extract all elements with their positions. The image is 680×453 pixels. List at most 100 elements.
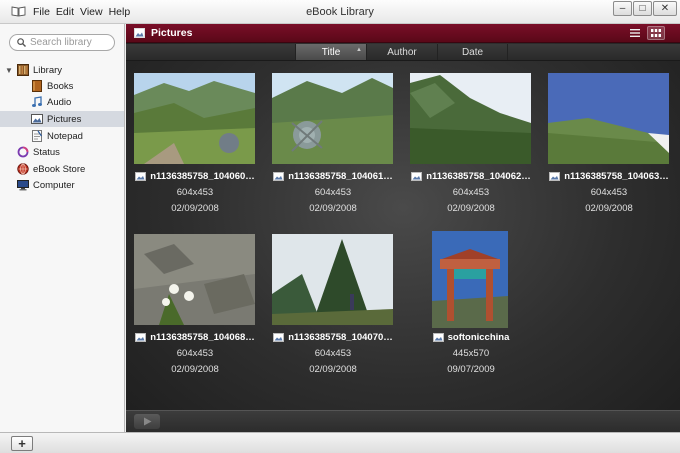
picture-icon (273, 333, 285, 342)
picture-thumbnail[interactable] (134, 234, 255, 325)
sidebar-item-label: Notepad (47, 130, 83, 142)
play-icon (143, 417, 151, 426)
picture-date: 02/09/2008 (447, 203, 495, 214)
search-icon (17, 38, 26, 47)
picture-caption: softonicchina 445x570 09/07/2009 (402, 332, 540, 375)
picture-caption: n1136385758_104063… 604x453 02/09/2008 (540, 171, 678, 214)
sidebar-item-label: Audio (47, 96, 72, 108)
sidebar-item-library[interactable]: Library (17, 62, 123, 78)
picture-name: n1136385758_104063… (564, 171, 669, 182)
grid-view-icon (651, 29, 661, 37)
sort-tab-label: Date (461, 46, 484, 58)
sort-ascending-icon: ▲ (356, 47, 362, 53)
sidebar-item-audio[interactable]: Audio (31, 94, 123, 110)
picture-dimensions: 604x453 (176, 348, 214, 359)
picture-caption: n1136385758_104068… 604x453 02/09/2008 (126, 332, 264, 375)
picture-date: 09/07/2009 (447, 364, 495, 375)
picture-thumbnail[interactable] (134, 73, 255, 164)
picture-caption: n1136385758_104061… 604x453 02/09/2008 (264, 171, 402, 214)
sort-tab-date[interactable]: Date (437, 44, 508, 60)
picture-date: 02/09/2008 (309, 203, 357, 214)
title-bar: File Edit View Help eBook Library – □ ✕ (0, 0, 680, 24)
menu-file[interactable]: File (33, 6, 50, 18)
menu-bar: File Edit View Help (33, 6, 130, 18)
picture-dimensions: 604x453 (314, 348, 352, 359)
picture-date: 02/09/2008 (585, 203, 633, 214)
add-button[interactable]: + (11, 436, 33, 451)
menu-view[interactable]: View (80, 6, 103, 18)
picture-date: 02/09/2008 (171, 364, 219, 375)
picture-icon (549, 172, 561, 181)
sidebar-item-label: Pictures (47, 113, 82, 125)
picture-thumbnail[interactable] (432, 231, 508, 328)
computer-icon (17, 180, 29, 191)
picture-thumbnail[interactable] (410, 73, 531, 164)
content-header: Pictures (126, 24, 680, 43)
sidebar-item-computer[interactable]: Computer (17, 177, 123, 193)
search-input[interactable] (30, 36, 112, 49)
sidebar-item-ebook-store[interactable]: eBook Store (17, 161, 123, 177)
picture-caption: n1136385758_104062… 604x453 02/09/2008 (402, 171, 540, 214)
sidebar-item-status[interactable]: Status (17, 144, 123, 160)
search-box (9, 34, 115, 51)
picture-date: 02/09/2008 (171, 203, 219, 214)
picture-caption: n1136385758_104060… 604x453 02/09/2008 (126, 171, 264, 214)
sort-tab-label: Title (321, 46, 341, 58)
sidebar-item-label: Books (47, 80, 74, 92)
sort-bar: Title ▲ Author Date (126, 44, 680, 61)
sidebar-item-notepad[interactable]: Notepad (31, 128, 123, 144)
picture-date: 02/09/2008 (309, 364, 357, 375)
picture-thumbnail[interactable] (548, 73, 669, 164)
picture-dimensions: 604x453 (452, 187, 490, 198)
picture-dimensions: 604x453 (590, 187, 628, 198)
menu-edit[interactable]: Edit (56, 6, 74, 18)
sidebar: ▼ Library Books Audio Pictures (0, 24, 125, 432)
picture-name: n1136385758_104062… (426, 171, 531, 182)
store-icon (17, 163, 29, 175)
picture-icon (273, 172, 285, 181)
picture-dimensions: 445x570 (452, 348, 490, 359)
picture-name: n1136385758_104061… (288, 171, 393, 182)
menu-help[interactable]: Help (109, 6, 131, 18)
play-slideshow-button[interactable] (134, 414, 160, 429)
notepad-icon (32, 130, 42, 142)
list-view-icon (630, 29, 640, 37)
picture-thumbnail[interactable] (272, 73, 393, 164)
sidebar-item-pictures[interactable]: Pictures (0, 111, 124, 127)
thistle-photo (272, 73, 393, 164)
mountain-photo (134, 73, 255, 164)
picture-name: n1136385758_104068… (150, 332, 255, 343)
status-bar: + (0, 432, 680, 453)
picture-icon (134, 28, 145, 38)
music-note-icon (32, 96, 42, 107)
picture-name: n1136385758_104060… (150, 171, 255, 182)
picture-icon (411, 172, 423, 181)
sidebar-item-label: Library (33, 64, 63, 76)
sidebar-item-books[interactable]: Books (31, 78, 123, 94)
list-view-button[interactable] (626, 26, 644, 40)
sort-tab-label: Author (387, 46, 417, 58)
picture-icon (31, 114, 43, 124)
picture-caption: n1136385758_104070… 604x453 02/09/2008 (264, 332, 402, 375)
grid-view-button[interactable] (647, 26, 665, 40)
sort-tab-title[interactable]: Title ▲ (295, 44, 366, 60)
status-icon (17, 146, 29, 158)
maximize-button[interactable]: □ (633, 1, 652, 16)
sort-tab-author[interactable]: Author (366, 44, 437, 60)
expand-caret-icon[interactable]: ▼ (5, 66, 13, 75)
pine-tree-photo (272, 234, 393, 325)
book-icon (32, 80, 42, 92)
close-button[interactable]: ✕ (653, 1, 677, 16)
minimize-button[interactable]: – (613, 1, 632, 16)
open-book-icon (11, 6, 26, 17)
sidebar-item-label: Computer (33, 179, 75, 191)
edelweiss-photo (134, 234, 255, 325)
picture-icon (432, 333, 444, 342)
library-icon (17, 64, 29, 76)
gate-photo (432, 231, 508, 328)
sidebar-item-label: eBook Store (33, 163, 86, 175)
picture-thumbnail[interactable] (272, 234, 393, 325)
hillside-photo (548, 73, 669, 164)
page-title: Pictures (151, 27, 193, 39)
picture-name: softonicchina (447, 332, 510, 343)
